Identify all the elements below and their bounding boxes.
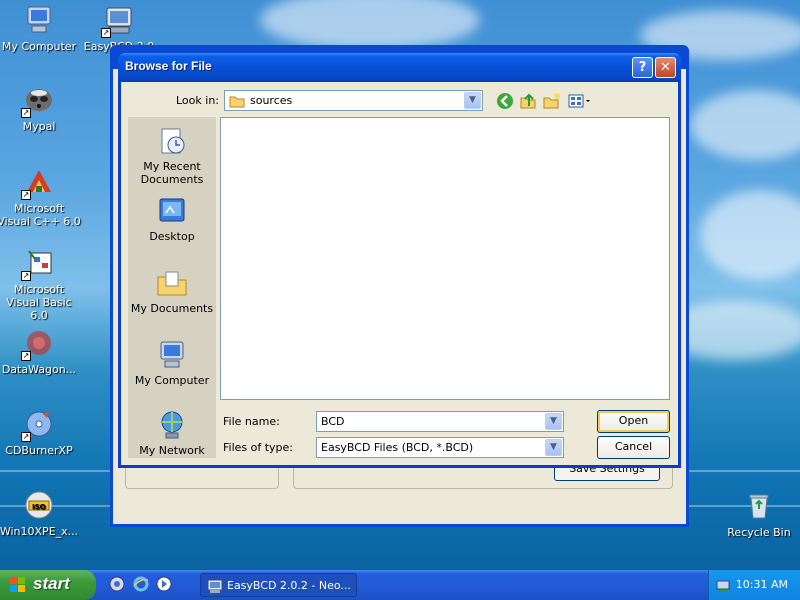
desktop-icon-my-computer[interactable]: My Computer	[0, 4, 82, 53]
file-name-value: BCD	[321, 415, 345, 428]
desktop-icon	[156, 195, 188, 227]
desktop-icon-mypal[interactable]: ↗ Mypal	[0, 84, 82, 133]
quick-launch-settings-icon[interactable]	[109, 576, 125, 592]
chevron-down-icon[interactable]: ▼	[545, 413, 562, 430]
shortcut-arrow-icon: ↗	[21, 432, 31, 442]
shortcut-arrow-icon: ↗	[21, 271, 31, 281]
place-my-network[interactable]: My Network	[128, 409, 216, 457]
look-in-select[interactable]: sources ▼	[224, 90, 483, 111]
shortcut-arrow-icon: ↗	[21, 108, 31, 118]
desktop-icon-recycle-bin[interactable]: Recycle Bin	[716, 490, 800, 539]
new-folder-icon[interactable]	[543, 92, 563, 112]
media-player-icon[interactable]	[156, 576, 172, 592]
iso-disc-icon: ISO	[23, 489, 55, 521]
desktop-icon-label: DataWagon...	[1, 363, 77, 376]
file-name-label: File name:	[223, 415, 280, 428]
place-label: My Network	[139, 444, 205, 457]
desktop-icon-label: Recycle Bin	[727, 526, 791, 539]
place-label: Desktop	[149, 230, 195, 243]
internet-explorer-icon[interactable]	[133, 576, 149, 592]
taskbar-button-label: EasyBCD 2.0.2 - Neo...	[227, 579, 351, 592]
clock[interactable]: 10:31 AM	[736, 578, 788, 591]
taskbar: start EasyBCD 2.0.2 - Neo... 10:31 AM	[0, 570, 800, 600]
my-documents-icon	[156, 267, 188, 299]
desktop-icon-label: My Computer	[1, 40, 77, 53]
svg-text:ISO: ISO	[32, 503, 46, 511]
folder-icon	[229, 94, 245, 111]
desktop-icon-label: Mypal	[22, 120, 56, 133]
open-button[interactable]: Open	[597, 410, 670, 433]
start-button[interactable]: start	[0, 570, 96, 600]
place-label: My Recent Documents	[140, 160, 204, 186]
chevron-down-icon[interactable]: ▼	[545, 439, 562, 456]
sky-cloud	[690, 90, 800, 160]
computer-icon	[23, 4, 55, 36]
windows-logo-icon	[10, 577, 26, 593]
place-my-computer[interactable]: My Computer	[128, 339, 216, 387]
sky-cloud	[260, 0, 480, 50]
place-desktop[interactable]: Desktop	[128, 195, 216, 243]
look-in-value: sources	[250, 94, 293, 107]
easybcd-icon	[207, 578, 223, 597]
visual-cpp-icon: ↗	[21, 166, 55, 200]
cd-burner-icon: ↗	[21, 408, 55, 442]
shortcut-arrow-icon: ↗	[21, 190, 31, 200]
title-bar[interactable]: Browse for File ? ✕	[118, 53, 681, 82]
desktop-icon-cdburnerxp[interactable]: ↗ CDBurnerXP	[0, 408, 82, 457]
place-my-documents[interactable]: My Documents	[128, 267, 216, 315]
places-bar: My Recent Documents Desktop My Documents…	[128, 117, 216, 458]
desktop-icon-win10xpe[interactable]: ISO Win10XPE_x...	[0, 489, 82, 538]
view-menu-icon[interactable]	[568, 92, 592, 112]
files-of-type-value: EasyBCD Files (BCD, *.BCD)	[321, 441, 474, 454]
network-globe-icon	[156, 409, 188, 441]
recent-documents-icon	[156, 125, 188, 157]
back-icon[interactable]	[496, 92, 516, 112]
close-button[interactable]: ✕	[655, 57, 676, 78]
computer-icon	[156, 339, 188, 371]
desktop-icon-visual-cpp[interactable]: ↗ Microsoft Visual C++ 6.0	[0, 166, 82, 228]
desktop-icon-label: Win10XPE_x...	[0, 525, 79, 538]
browse-for-file-dialog[interactable]: Browse for File ? ✕ Look in: sources ▼ M…	[118, 53, 681, 468]
help-button[interactable]: ?	[632, 57, 653, 78]
start-label: start	[33, 574, 70, 593]
datawagon-icon: ↗	[21, 327, 55, 361]
desktop-icon-datawagon[interactable]: ↗ DataWagon...	[0, 327, 82, 376]
shortcut-arrow-icon: ↗	[21, 351, 31, 361]
network-tray-icon[interactable]	[715, 577, 731, 596]
desktop-icon-visual-basic[interactable]: ↗ Microsoft Visual Basic 6.0	[0, 247, 82, 322]
place-my-recent-documents[interactable]: My Recent Documents	[128, 125, 216, 186]
cancel-button[interactable]: Cancel	[597, 436, 670, 459]
recycle-bin-icon	[743, 490, 775, 522]
system-tray: 10:31 AM	[708, 570, 800, 600]
desktop-icon-label: CDBurnerXP	[5, 444, 73, 457]
files-of-type-select[interactable]: EasyBCD Files (BCD, *.BCD) ▼	[316, 437, 564, 458]
look-in-label: Look in:	[176, 94, 219, 107]
files-of-type-label: Files of type:	[223, 441, 294, 454]
place-label: My Documents	[130, 302, 214, 315]
desktop-icon-label: Microsoft Visual Basic 6.0	[6, 283, 72, 322]
place-label: My Computer	[134, 374, 210, 387]
dialog-title: Browse for File	[125, 59, 212, 73]
visual-basic-icon: ↗	[21, 247, 55, 281]
file-name-input[interactable]: BCD ▼	[316, 411, 564, 432]
raccoon-icon: ↗	[21, 84, 55, 118]
sky-cloud	[700, 190, 800, 280]
chevron-down-icon[interactable]: ▼	[464, 92, 481, 109]
up-folder-icon[interactable]	[519, 92, 539, 112]
shortcut-arrow-icon: ↗	[101, 28, 111, 38]
easybcd-icon: ↗	[101, 4, 135, 38]
desktop-icon-label: Microsoft Visual C++ 6.0	[0, 202, 81, 228]
file-list[interactable]	[220, 117, 670, 400]
taskbar-button-easybcd[interactable]: EasyBCD 2.0.2 - Neo...	[200, 573, 357, 597]
